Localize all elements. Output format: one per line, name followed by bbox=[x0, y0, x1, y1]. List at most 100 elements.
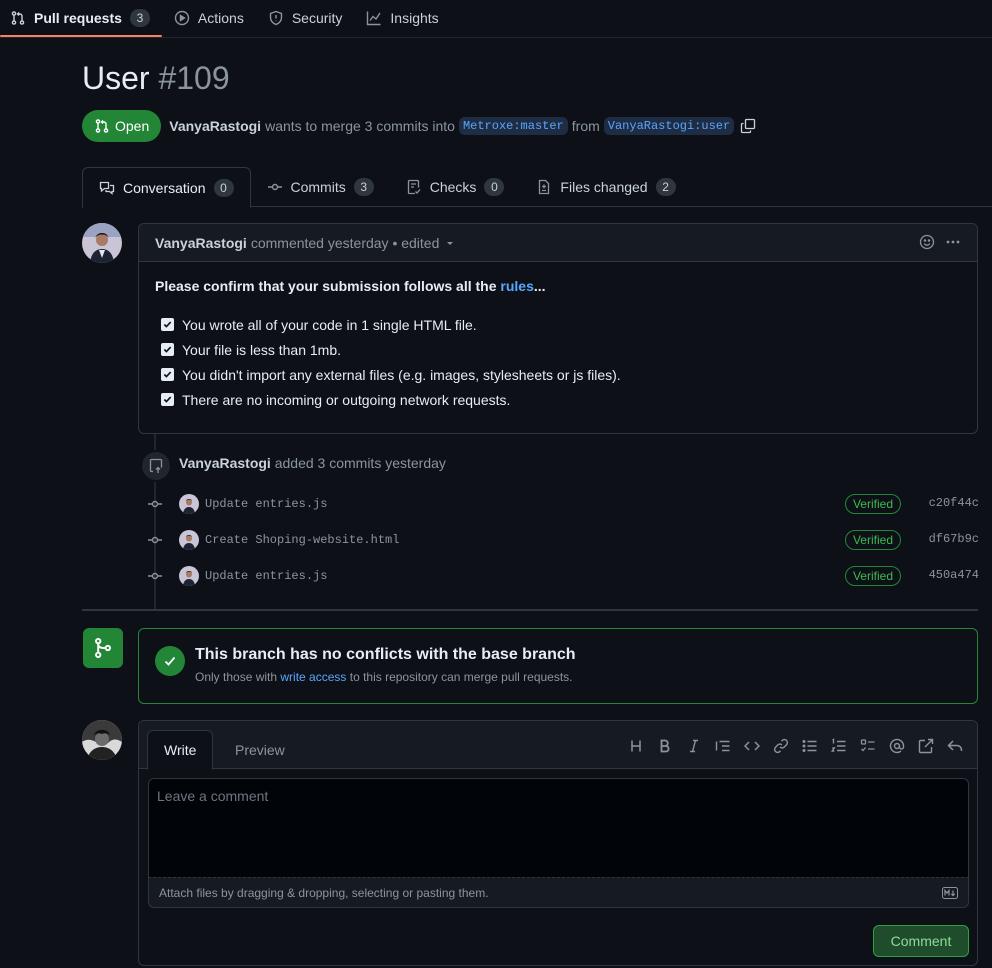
kebab-horizontal-icon[interactable] bbox=[945, 234, 961, 250]
attach-files-bar[interactable]: Attach files by dragging & dropping, sel… bbox=[148, 877, 969, 908]
avatar[interactable] bbox=[179, 530, 199, 550]
merge-status-subtitle: Only those with write access to this rep… bbox=[195, 670, 573, 684]
tab-write[interactable]: Write bbox=[147, 730, 214, 770]
check-circle-icon bbox=[155, 646, 185, 676]
bold-icon[interactable] bbox=[657, 738, 673, 754]
commit-sha-link[interactable]: df67b9c bbox=[929, 532, 979, 546]
unordered-list-icon[interactable] bbox=[802, 738, 818, 754]
avatar[interactable] bbox=[82, 720, 122, 760]
reply-icon[interactable] bbox=[947, 738, 963, 754]
code-icon[interactable] bbox=[744, 738, 760, 754]
nav-label: Security bbox=[291, 10, 343, 26]
push-summary: added 3 commits yesterday bbox=[274, 455, 446, 471]
pr-title: User bbox=[82, 60, 150, 96]
new-comment-form: Write Preview Attach files by dragging &… bbox=[138, 720, 978, 966]
task-text: You wrote all of your code in 1 single H… bbox=[182, 316, 477, 333]
confirm-suffix: ... bbox=[533, 278, 546, 294]
repo-push-icon bbox=[140, 450, 172, 482]
comment-submit-button[interactable]: Comment bbox=[873, 925, 969, 957]
commit-message-link[interactable]: Create Shoping-website.html bbox=[205, 533, 399, 547]
commit-sha-link[interactable]: c20f44c bbox=[929, 496, 979, 510]
ordered-list-icon[interactable] bbox=[831, 738, 847, 754]
task-list-item: Your file is less than 1mb. bbox=[155, 337, 961, 362]
markdown-toolbar bbox=[628, 738, 963, 754]
nav-insights[interactable]: Insights bbox=[366, 0, 450, 36]
verified-badge[interactable]: Verified bbox=[844, 566, 901, 586]
avatar[interactable] bbox=[82, 223, 122, 263]
tab-label: Conversation bbox=[123, 179, 206, 196]
tab-commits[interactable]: Commits 3 bbox=[251, 167, 390, 207]
nav-label: Pull requests bbox=[34, 10, 122, 26]
verified-badge[interactable]: Verified bbox=[844, 494, 901, 514]
git-merge-icon bbox=[83, 628, 123, 668]
smiley-icon[interactable] bbox=[919, 234, 935, 250]
tab-preview[interactable]: Preview bbox=[219, 730, 301, 770]
italic-icon[interactable] bbox=[686, 738, 702, 754]
comment-author-link[interactable]: VanyaRastogi bbox=[155, 235, 247, 251]
tab-checks[interactable]: Checks 0 bbox=[390, 167, 521, 207]
head-ref[interactable]: VanyaRastogi:user bbox=[603, 117, 735, 135]
quote-icon[interactable] bbox=[715, 738, 731, 754]
git-commit-icon bbox=[145, 568, 165, 584]
task-list-item: There are no incoming or outgoing networ… bbox=[155, 387, 961, 412]
checklist-icon bbox=[406, 179, 430, 195]
comment-textarea[interactable] bbox=[148, 778, 969, 878]
timeline-separator bbox=[82, 609, 978, 611]
pr-description-comment: VanyaRastogi commented yesterday • edite… bbox=[138, 223, 978, 434]
nav-pull-requests[interactable]: Pull requests 3 bbox=[0, 0, 162, 37]
pr-author-link[interactable]: VanyaRastogi bbox=[169, 118, 261, 134]
nav-actions[interactable]: Actions bbox=[174, 0, 256, 36]
tasklist-icon[interactable] bbox=[860, 738, 876, 754]
rules-link[interactable]: rules bbox=[500, 278, 533, 294]
write-access-link[interactable]: write access bbox=[280, 670, 346, 684]
markdown-icon[interactable] bbox=[942, 887, 958, 899]
tab-label: Commits bbox=[290, 179, 346, 195]
avatar[interactable] bbox=[179, 494, 199, 514]
merge-sub-prefix: Only those with bbox=[195, 670, 281, 684]
comment-meta[interactable]: commented yesterday • edited bbox=[251, 235, 440, 251]
git-commit-icon bbox=[145, 532, 165, 548]
cross-reference-icon[interactable] bbox=[918, 738, 934, 754]
commit-sha-link[interactable]: 450a474 bbox=[929, 568, 979, 582]
chevron-down-icon[interactable] bbox=[445, 238, 455, 248]
checkbox-checked-icon[interactable] bbox=[161, 393, 174, 406]
task-text: Your file is less than 1mb. bbox=[182, 341, 342, 358]
git-pull-request-icon bbox=[94, 118, 115, 134]
base-ref[interactable]: Metroxe:master bbox=[458, 117, 568, 135]
task-text: You didn't import any external files (e.… bbox=[182, 366, 621, 383]
pr-number: #109 bbox=[158, 60, 230, 96]
tab-files-changed[interactable]: Files changed 2 bbox=[520, 167, 691, 207]
file-diff-icon bbox=[536, 179, 560, 195]
checkbox-checked-icon[interactable] bbox=[161, 368, 174, 381]
push-author-link[interactable]: VanyaRastogi bbox=[179, 455, 271, 471]
verified-badge[interactable]: Verified bbox=[844, 530, 901, 550]
attach-text: Attach files by dragging & dropping, sel… bbox=[159, 886, 489, 900]
avatar[interactable] bbox=[179, 566, 199, 586]
confirm-text: Please confirm that your submission foll… bbox=[155, 278, 961, 294]
comment-actions bbox=[919, 234, 961, 250]
tab-conversation[interactable]: Conversation 0 bbox=[82, 167, 251, 208]
copy-icon[interactable] bbox=[740, 118, 756, 134]
shield-icon bbox=[268, 10, 284, 26]
page-title: User #109 bbox=[82, 60, 230, 97]
confirm-prefix: Please confirm that your submission foll… bbox=[155, 278, 501, 294]
mention-icon[interactable] bbox=[889, 738, 905, 754]
heading-icon[interactable] bbox=[628, 738, 644, 754]
pr-summary-text: wants to merge 3 commits into bbox=[265, 118, 455, 134]
checkbox-checked-icon[interactable] bbox=[161, 343, 174, 356]
nav-label: Actions bbox=[197, 10, 244, 26]
pr-state-row: Open VanyaRastogi wants to merge 3 commi… bbox=[82, 110, 756, 142]
link-icon[interactable] bbox=[773, 738, 789, 754]
nav-security[interactable]: Security bbox=[268, 0, 355, 36]
repo-nav: Pull requests 3 Actions Security Insight… bbox=[0, 0, 992, 38]
tab-counter: 0 bbox=[484, 178, 505, 196]
checkbox-checked-icon[interactable] bbox=[161, 318, 174, 331]
task-text: There are no incoming or outgoing networ… bbox=[182, 391, 511, 408]
commit-message-link[interactable]: Update entries.js bbox=[205, 497, 327, 511]
commit-row: Create Shoping-website.html Verified df6… bbox=[145, 528, 979, 552]
git-pull-request-icon bbox=[10, 10, 26, 26]
tab-counter: 2 bbox=[655, 178, 676, 196]
commit-message-link[interactable]: Update entries.js bbox=[205, 569, 327, 583]
push-event-text: VanyaRastogi added 3 commits yesterday bbox=[179, 455, 446, 471]
git-commit-icon bbox=[267, 179, 291, 195]
